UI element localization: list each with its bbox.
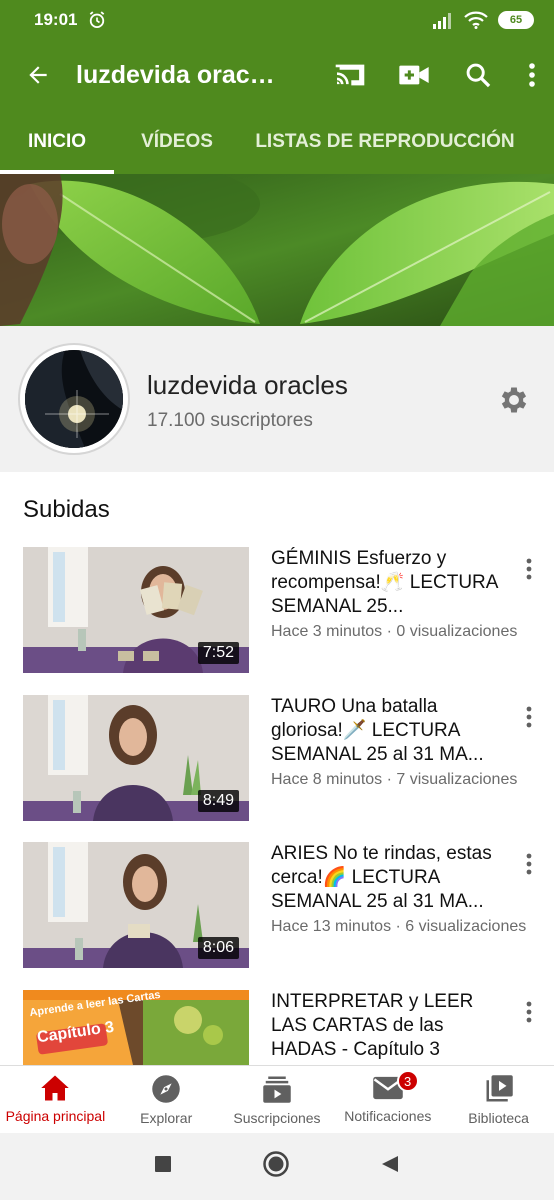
nav-subscriptions[interactable]: Suscripciones (222, 1066, 333, 1133)
battery-indicator: 65 (498, 11, 534, 29)
signal-icon (433, 13, 451, 29)
circle-icon (263, 1151, 289, 1177)
recents-button[interactable] (154, 1155, 172, 1178)
video-title[interactable]: ARIES No te rindas, estas cerca!🌈 LECTUR… (271, 842, 509, 914)
video-duration: 7:52 (197, 642, 239, 664)
channel-banner (0, 174, 554, 326)
video-item[interactable]: 7:52 GÉMINIS Esfuerzo y recompensa!🥂 LEC… (23, 547, 554, 673)
video-duration: 8:49 (197, 790, 239, 812)
video-menu-button[interactable] (515, 703, 543, 731)
video-item[interactable]: 8:06 ARIES No te rindas, estas cerca!🌈 L… (23, 842, 554, 968)
nav-label: Notificaciones (344, 1108, 432, 1124)
video-menu-button[interactable] (515, 998, 543, 1026)
video-item[interactable]: Aprende a leer las Cartas Capítulo 3 INT… (23, 990, 554, 1065)
alarm-icon (90, 11, 105, 29)
wifi-icon (464, 11, 488, 29)
status-bar: 19:01 65 (0, 0, 554, 40)
video-thumbnail[interactable]: 8:06 (23, 842, 249, 968)
section-title: Subidas (23, 496, 110, 523)
search-button[interactable] (446, 40, 510, 110)
video-meta: Hace 3 minutos · 0 visualizaciones (271, 623, 518, 640)
video-menu-button[interactable] (515, 850, 543, 878)
nav-label: Suscripciones (233, 1110, 321, 1126)
triangle-back-icon (382, 1156, 398, 1172)
page-title: luzdevida oracles (76, 60, 281, 89)
video-title[interactable]: TAURO Una batalla gloriosa!🗡️ LECTURA SE… (271, 695, 509, 767)
video-thumbnail[interactable]: 8:49 (23, 695, 249, 821)
back-system-button[interactable] (380, 1154, 400, 1179)
video-camera-add-icon (399, 65, 429, 85)
video-meta: Hace 8 minutos · 7 visualizaciones (271, 771, 518, 788)
video-duration: 8:06 (197, 937, 239, 959)
square-icon (155, 1156, 171, 1172)
channel-settings-button[interactable] (497, 383, 531, 417)
avatar-image (25, 350, 123, 448)
status-time: 19:01 (34, 10, 78, 29)
more-vert-icon (526, 558, 532, 580)
video-title[interactable]: INTERPRETAR y LEER LAS CARTAS de las HAD… (271, 990, 509, 1062)
nav-explore[interactable]: Explorar (111, 1066, 222, 1133)
create-video-button[interactable] (382, 40, 446, 110)
nav-label: Biblioteca (468, 1110, 529, 1126)
channel-header: luzdevida oracles 17.100 suscriptores (0, 326, 554, 472)
video-thumbnail[interactable]: Aprende a leer las Cartas Capítulo 3 (23, 990, 249, 1065)
library-icon (486, 1075, 513, 1102)
nav-label: Página principal (5, 1108, 106, 1124)
more-vert-icon (526, 853, 532, 875)
channel-name: luzdevida oracles (147, 370, 348, 400)
subscriber-count: 17.100 suscriptores (147, 410, 313, 431)
video-meta: Hace 13 minutos · 6 visualizaciones (271, 918, 527, 935)
home-system-button[interactable] (262, 1150, 290, 1183)
bottom-navigation: Página principal Explorar Suscripciones … (0, 1065, 554, 1133)
video-menu-button[interactable] (515, 555, 543, 583)
avatar (18, 343, 130, 455)
more-vert-icon (526, 1001, 532, 1023)
nav-notifications[interactable]: 3 Notificaciones (332, 1066, 443, 1133)
more-vert-icon (526, 706, 532, 728)
banner-image (0, 174, 554, 326)
video-thumbnail[interactable]: 7:52 (23, 547, 249, 673)
video-item[interactable]: 8:49 TAURO Una batalla gloriosa!🗡️ LECTU… (23, 695, 554, 821)
gear-icon (501, 387, 527, 413)
back-button[interactable] (0, 40, 76, 110)
video-title[interactable]: GÉMINIS Esfuerzo y recompensa!🥂 LECTURA … (271, 547, 509, 619)
subscriptions-icon (263, 1076, 291, 1103)
more-options-button[interactable] (510, 40, 554, 110)
tab-inicio[interactable]: INICIO (0, 110, 114, 174)
cast-icon (335, 64, 365, 86)
tab-listas[interactable]: LISTAS DE REPRODUCCIÓN (240, 110, 530, 174)
notification-badge: 3 (396, 1070, 419, 1092)
home-icon (41, 1075, 70, 1101)
app-bar: luzdevida oracles (0, 40, 554, 110)
nav-library[interactable]: Biblioteca (443, 1066, 554, 1133)
system-navigation (0, 1133, 554, 1200)
tab-videos[interactable]: VÍDEOS (114, 110, 240, 174)
search-icon (466, 63, 491, 88)
cast-button[interactable] (318, 40, 382, 110)
more-vert-icon (529, 63, 535, 87)
arrow-left-icon (29, 66, 47, 84)
channel-tabs: INICIO VÍDEOS LISTAS DE REPRODUCCIÓN (0, 110, 554, 174)
nav-home[interactable]: Página principal (0, 1066, 111, 1133)
nav-label: Explorar (140, 1110, 193, 1126)
compass-icon (152, 1075, 180, 1103)
